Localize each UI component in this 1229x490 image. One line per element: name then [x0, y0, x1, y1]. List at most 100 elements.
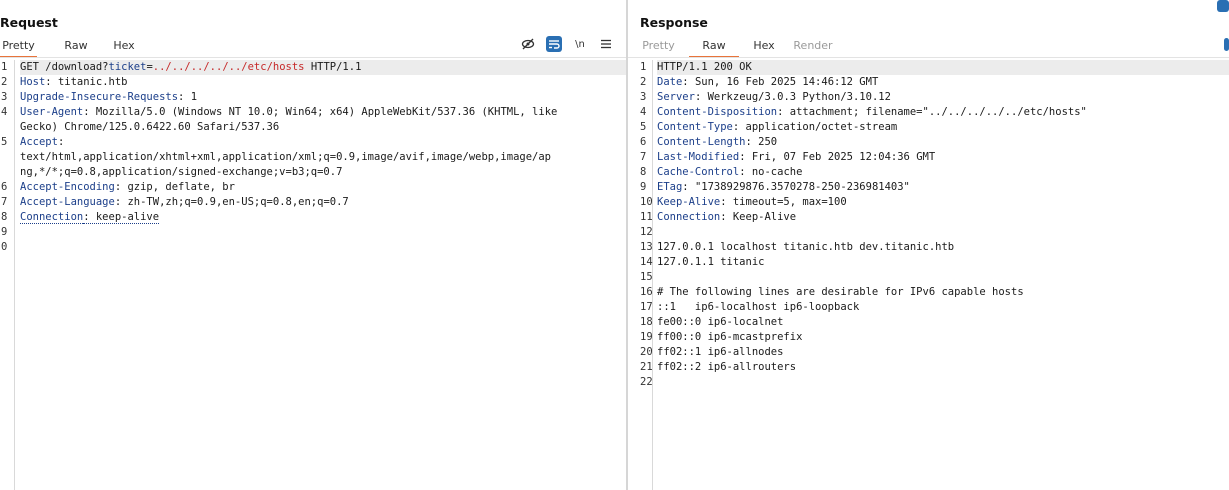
code-text: : zh-TW,zh;q=0.9,en-US;q=0.8,en;q=0.7 — [114, 196, 349, 208]
code-line[interactable]: Content-Length: 250 — [657, 135, 1229, 150]
code-line[interactable]: Content-Disposition: attachment; filenam… — [657, 105, 1229, 120]
code-line[interactable]: Accept: — [20, 135, 626, 150]
line-number: 5 — [640, 121, 647, 133]
line-number: 17 — [640, 301, 653, 313]
request-title: Request — [0, 15, 58, 30]
code-line[interactable]: ETag: "1738929876.3570278-250-236981403" — [657, 180, 1229, 195]
code-line[interactable]: text/html,application/xhtml+xml,applicat… — [20, 150, 626, 165]
response-code[interactable]: HTTP/1.1 200 OK Date: Sun, 16 Feb 2025 14… — [657, 60, 1229, 390]
tab-response-pretty[interactable]: Pretty — [640, 37, 677, 56]
header-name: Connection — [657, 211, 721, 223]
code-line[interactable]: ff02::1 ip6-allnodes — [657, 345, 1229, 360]
code-line[interactable]: Date: Sun, 16 Feb 2025 14:46:12 GMT — [657, 75, 1229, 90]
code-line[interactable]: Server: Werkzeug/3.0.3 Python/3.10.12 — [657, 90, 1229, 105]
line-number: 22 — [640, 376, 653, 388]
code-line[interactable] — [657, 270, 1229, 285]
tab-response-hex[interactable]: Hex — [751, 37, 777, 56]
tab-request-raw[interactable]: Raw — [59, 37, 93, 56]
tab-response-raw[interactable]: Raw — [689, 37, 739, 58]
code-line[interactable]: ff02::2 ip6-allrouters — [657, 360, 1229, 375]
code-text: 127.0.0.1 localhost titanic.htb dev.tita… — [657, 241, 955, 253]
header-name: Date — [657, 76, 683, 88]
line-number: 6 — [1, 181, 8, 193]
tab-response-render[interactable]: Render — [793, 37, 833, 56]
request-toolbar: \n — [520, 36, 614, 52]
code-line[interactable]: ng,*/*;q=0.8,application/signed-exchange… — [20, 165, 626, 180]
hamburger-menu-icon[interactable] — [598, 36, 614, 52]
header-name: User-Agent — [20, 106, 84, 118]
code-line[interactable]: Accept-Language: zh-TW,zh;q=0.9,en-US;q=… — [20, 195, 626, 210]
code-text: : attachment; filename="../../../../../e… — [777, 106, 1087, 118]
code-line[interactable]: Last-Modified: Fri, 07 Feb 2025 12:04:36… — [657, 150, 1229, 165]
code-text: ff02::1 ip6-allnodes — [657, 346, 784, 358]
param-value: ../../../../../etc/hosts — [152, 61, 305, 73]
line-number: 0 — [1, 241, 8, 253]
line-number: 19 — [640, 331, 653, 343]
word-wrap-icon[interactable] — [546, 36, 562, 52]
response-editor[interactable]: HTTP/1.1 200 OK Date: Sun, 16 Feb 2025 14… — [628, 60, 1229, 490]
line-number: 4 — [1, 106, 8, 118]
code-text: : timeout=5, max=100 — [720, 196, 847, 208]
code-text: # The following lines are desirable for … — [657, 286, 1024, 298]
code-line[interactable]: # The following lines are desirable for … — [657, 285, 1229, 300]
response-toolbar-icon[interactable] — [1224, 38, 1229, 51]
line-number: 6 — [640, 136, 647, 148]
code-line[interactable]: Content-Type: application/octet-stream — [657, 120, 1229, 135]
code-text: : Sun, 16 Feb 2025 14:46:12 GMT — [682, 76, 879, 88]
code-line[interactable]: fe00::0 ip6-localnet — [657, 315, 1229, 330]
code-text: HTTP/1.1 200 OK — [657, 61, 752, 73]
code-line[interactable]: HTTP/1.1 200 OK — [657, 60, 1229, 75]
response-tabs: Pretty Raw Hex Render — [640, 37, 833, 58]
header-name: ticket — [108, 61, 147, 73]
line-number: 5 — [1, 136, 8, 148]
code-text: GET /download? — [20, 61, 109, 73]
code-line[interactable]: ::1 ip6-localhost ip6-loopback — [657, 300, 1229, 315]
line-number: 11 — [640, 211, 653, 223]
line-number: 13 — [640, 241, 653, 253]
code-line[interactable]: ff00::0 ip6-mcastprefix — [657, 330, 1229, 345]
line-number: 4 — [640, 106, 647, 118]
code-text: fe00::0 ip6-localnet — [657, 316, 784, 328]
code-line[interactable]: Keep-Alive: timeout=5, max=100 — [657, 195, 1229, 210]
code-line[interactable] — [20, 225, 626, 240]
line-number: 15 — [640, 271, 653, 283]
line-number: 21 — [640, 361, 653, 373]
code-line[interactable]: Gecko) Chrome/125.0.6422.60 Safari/537.3… — [20, 120, 626, 135]
code-line[interactable]: Accept-Encoding: gzip, deflate, br — [20, 180, 626, 195]
code-text: : — [57, 136, 65, 148]
tab-request-pretty[interactable]: Pretty — [0, 37, 37, 58]
code-text: ::1 ip6-localhost ip6-loopback — [657, 301, 860, 313]
line-number: 2 — [1, 76, 8, 88]
code-line[interactable] — [20, 240, 626, 255]
tab-underline-divider — [628, 57, 1229, 58]
code-line[interactable]: Connection: Keep-Alive — [657, 210, 1229, 225]
request-editor[interactable]: GET /download?ticket=../../../../../etc/… — [0, 60, 626, 490]
eye-off-icon[interactable] — [520, 36, 536, 52]
code-text: : application/octet-stream — [732, 121, 898, 133]
header-name: Accept-Language — [20, 196, 115, 208]
code-line[interactable]: 127.0.0.1 localhost titanic.htb dev.tita… — [657, 240, 1229, 255]
line-number: 16 — [640, 286, 653, 298]
layout-toggle-icon[interactable] — [1217, 0, 1229, 12]
code-line[interactable]: Upgrade-Insecure-Requests: 1 — [20, 90, 626, 105]
line-number: 2 — [640, 76, 647, 88]
code-text: : 250 — [745, 136, 778, 148]
code-line[interactable]: 127.0.1.1 titanic — [657, 255, 1229, 270]
code-text: : keep-alive — [83, 211, 160, 224]
code-line[interactable]: GET /download?ticket=../../../../../etc/… — [20, 60, 626, 75]
code-line[interactable]: Cache-Control: no-cache — [657, 165, 1229, 180]
header-name: Server — [657, 91, 695, 103]
code-line[interactable]: Connection: keep-alive — [20, 210, 626, 225]
tab-request-hex[interactable]: Hex — [111, 37, 137, 56]
code-line[interactable]: Host: titanic.htb — [20, 75, 626, 90]
request-code[interactable]: GET /download?ticket=../../../../../etc/… — [20, 60, 626, 255]
code-line[interactable]: User-Agent: Mozilla/5.0 (Windows NT 10.0… — [20, 105, 626, 120]
line-number: 7 — [1, 196, 8, 208]
code-text: : no-cache — [739, 166, 803, 178]
newline-toggle-button[interactable]: \n — [572, 36, 588, 52]
code-line[interactable] — [657, 225, 1229, 240]
code-line[interactable] — [657, 375, 1229, 390]
code-text: : gzip, deflate, br — [114, 181, 235, 193]
code-text: : Werkzeug/3.0.3 Python/3.10.12 — [694, 91, 891, 103]
line-number: 1 — [640, 61, 647, 73]
